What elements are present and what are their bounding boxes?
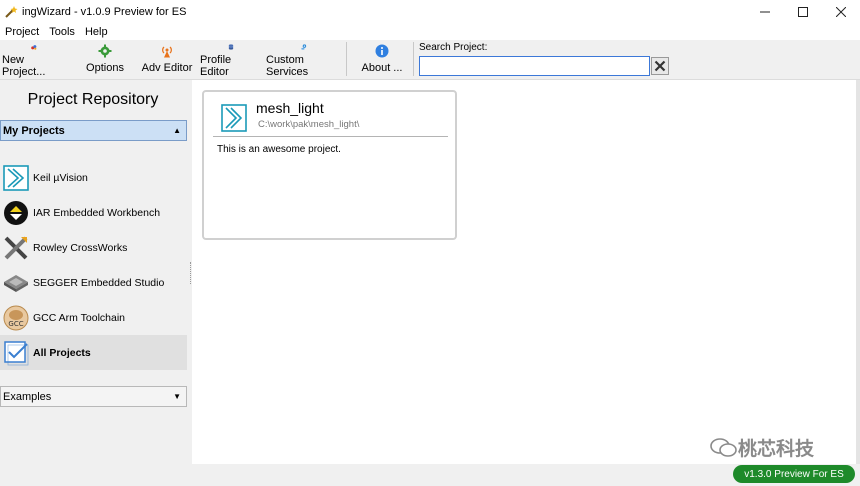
sidebar: Project Repository My Projects ▲ Keil µV… [0,80,190,486]
project-path: C:\work\pak\mesh_light\ [258,119,360,130]
profile-editor-button[interactable]: Profile Editor [200,42,262,78]
database-icon [228,44,234,50]
my-projects-header[interactable]: My Projects ▲ [0,120,187,141]
sidebar-item-label: Rowley CrossWorks [33,241,128,254]
close-icon [654,60,666,72]
window-title: ingWizard - v1.0.9 Preview for ES [22,6,187,18]
project-card[interactable]: mesh_light C:\work\pak\mesh_light\ This … [202,90,457,240]
all-projects-icon [3,340,29,366]
adv-editor-button[interactable]: Adv Editor [140,42,194,78]
examples-header[interactable]: Examples ▼ [0,386,187,407]
card-divider [213,136,448,137]
minimize-icon [760,11,770,13]
maximize-icon [798,7,808,17]
keil-icon [3,164,29,191]
new-project-button[interactable]: New Project... [2,42,66,78]
caret-up-icon: ▲ [173,126,181,135]
sidebar-item-label: SEGGER Embedded Studio [33,276,165,289]
right-edge [856,80,860,464]
caret-down-icon: ▼ [173,392,181,401]
menu-bar: Project Tools Help [0,24,860,40]
sidebar-item-keil[interactable]: Keil µVision [0,160,187,195]
services-icon [301,44,307,50]
iar-icon [3,200,29,226]
menu-help[interactable]: Help [80,26,113,38]
gcc-icon: GCC [3,305,29,331]
gear-icon [98,44,112,58]
watermark: 桃芯科技 [710,434,814,461]
sidebar-item-label: Keil µVision [33,171,88,184]
new-project-icon [31,45,37,50]
close-button[interactable] [822,0,860,24]
sidebar-item-label: All Projects [33,346,91,359]
project-name: mesh_light [256,100,324,116]
toolbar: New Project... Options Adv Editor Profil… [0,40,860,80]
sidebar-item-rowley[interactable]: Rowley CrossWorks [0,230,187,265]
sidebar-item-gcc[interactable]: GCC GCC Arm Toolchain [0,300,187,335]
close-icon [836,7,846,17]
options-button[interactable]: Options [83,42,127,78]
menu-tools[interactable]: Tools [44,26,80,38]
segger-icon [3,270,29,296]
toolbar-separator [413,42,414,76]
clear-search-button[interactable] [651,57,669,75]
sidebar-item-label: GCC Arm Toolchain [33,311,126,324]
minimize-button[interactable] [746,0,784,24]
rowley-icon [3,235,29,261]
sidebar-title: Project Repository [27,91,159,108]
version-badge: v1.3.0 Preview For ES [733,465,855,483]
sidebar-item-segger[interactable]: SEGGER Embedded Studio [0,265,187,300]
project-list: mesh_light C:\work\pak\mesh_light\ This … [192,80,856,464]
status-bar [0,464,860,486]
search-label: Search Project: [419,42,488,53]
sidebar-item-all-projects[interactable]: All Projects [0,335,187,370]
wechat-icon [710,437,737,457]
about-button[interactable]: About ... [360,42,404,78]
menu-project[interactable]: Project [0,26,44,38]
info-icon [375,44,389,58]
title-bar: ingWizard - v1.0.9 Preview for ES [0,0,860,24]
maximize-button[interactable] [784,0,822,24]
svg-text:GCC: GCC [8,320,23,328]
search-input[interactable] [419,56,650,76]
wand-icon [5,6,18,18]
keil-icon [221,104,247,132]
toolbar-separator [346,42,347,76]
sidebar-item-label: IAR Embedded Workbench [33,206,161,219]
sidebar-item-iar[interactable]: IAR Embedded Workbench [0,195,187,230]
project-description: This is an awesome project. [217,144,341,155]
custom-services-button[interactable]: Custom Services [266,42,342,78]
broadcast-icon [162,46,172,58]
